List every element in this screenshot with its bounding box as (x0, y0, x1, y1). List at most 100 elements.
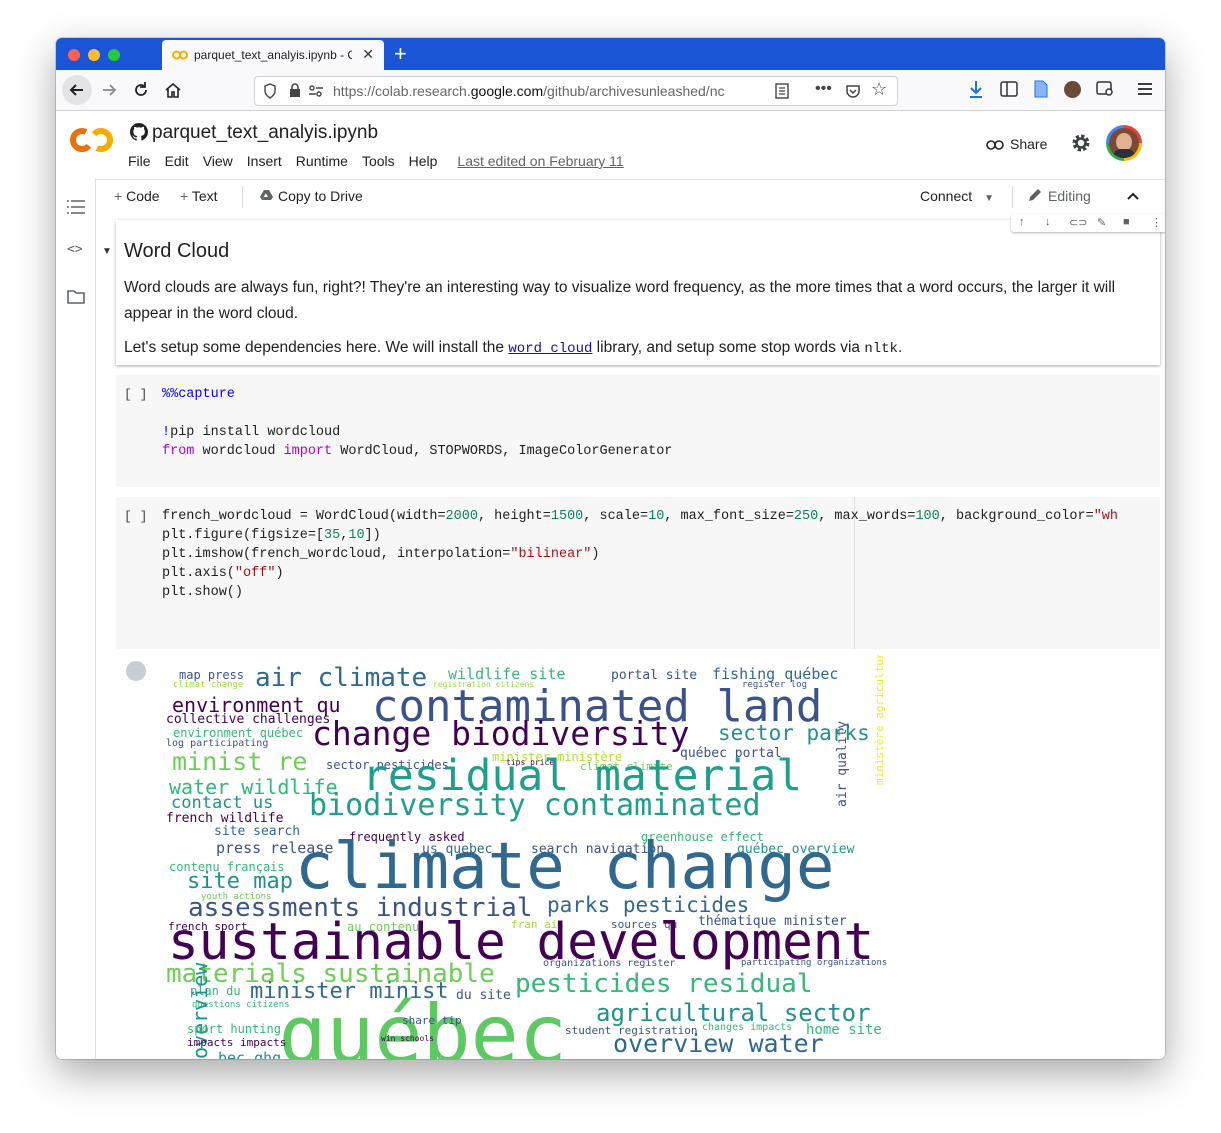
minimize-window-button[interactable] (88, 49, 100, 61)
code-snippets-icon[interactable]: <> (67, 242, 85, 258)
drive-icon (260, 190, 273, 200)
home-icon (165, 82, 181, 98)
menu-edit[interactable]: Edit (165, 153, 189, 169)
add-text-button[interactable]: + Text (180, 188, 218, 204)
wordcloud-word: climat change (173, 680, 244, 690)
extension-icon[interactable] (1096, 81, 1114, 97)
document-extension-icon[interactable] (1034, 80, 1048, 98)
menu-help[interactable]: Help (409, 153, 438, 169)
home-button[interactable] (160, 77, 186, 103)
wordcloud-word: participating organizations (741, 958, 888, 968)
wordcloud-word: air quality (835, 720, 850, 807)
collapse-header-icon[interactable] (1127, 192, 1139, 200)
wordcloud-word: win schools (381, 1034, 434, 1043)
copy-to-drive-button[interactable]: Copy to Drive (260, 188, 363, 204)
code-line: !pip install wordcloud (162, 425, 341, 440)
forward-arrow-icon (103, 84, 117, 96)
github-icon (130, 123, 148, 141)
collapse-section-icon[interactable]: ▼ (102, 246, 112, 257)
url-text[interactable]: https://colab.research.google.com/github… (333, 83, 743, 99)
paragraph-intro: Word clouds are always fun, right?! They… (124, 279, 1116, 322)
wordcloud-word: impacts impacts (187, 1036, 287, 1049)
move-up-icon[interactable]: ↑ (1019, 216, 1025, 228)
code-cell-wordcloud[interactable]: [ ] french_wordcloud = WordCloud(width=2… (116, 497, 1160, 649)
reload-icon (135, 82, 147, 96)
close-window-button[interactable] (68, 49, 80, 61)
zoom-window-button[interactable] (108, 49, 120, 61)
forward-button[interactable] (96, 77, 122, 103)
menu-view[interactable]: View (203, 153, 233, 169)
notebook-title[interactable]: parquet_text_analyis.ipynb (152, 122, 378, 144)
output-user-icon[interactable] (126, 661, 146, 681)
link-cell-icon[interactable]: ⊂⊃ (1069, 216, 1087, 229)
menu-tools[interactable]: Tools (362, 153, 395, 169)
cell-toolbar: ↑ ↓ ⊂⊃ ✎ ■ ⋮ (1011, 214, 1165, 232)
sidebar-toggle-icon[interactable] (1000, 81, 1018, 97)
add-text-label: Text (191, 188, 218, 204)
wordcloud-word: overview water (613, 1029, 824, 1058)
word-cloud-link[interactable]: word_cloud (508, 341, 592, 357)
browser-window: parquet_text_analyis.ipynb - Co ✕ + http… (56, 38, 1165, 1059)
last-edited-link[interactable]: Last edited on February 11 (457, 153, 623, 169)
table-of-contents-icon[interactable] (67, 199, 85, 215)
share-button[interactable]: Share (986, 136, 1047, 152)
hamburger-menu-icon[interactable] (1138, 83, 1152, 95)
tab-strip: parquet_text_analyis.ipynb - Co ✕ + (56, 38, 1165, 70)
editing-label: Editing (1048, 188, 1091, 204)
more-options-icon[interactable]: ⋮ (1151, 216, 1162, 229)
toolbar-divider (242, 186, 243, 208)
text-run: . (897, 339, 903, 356)
edit-cell-icon[interactable]: ✎ (1097, 216, 1106, 229)
pocket-icon[interactable] (845, 83, 861, 99)
lock-icon[interactable] (289, 83, 301, 98)
user-avatar[interactable] (1106, 125, 1142, 161)
wordcloud-word: share tip (402, 1014, 462, 1027)
profile-avatar-icon[interactable] (1064, 81, 1081, 98)
cell-output: map press air climate wildlife site portal … (116, 651, 1160, 1059)
address-bar[interactable]: https://colab.research.google.com/github… (254, 76, 898, 106)
wordcloud-word: climate change (295, 830, 835, 904)
add-code-button[interactable]: + Code (114, 188, 160, 204)
page-actions-icon[interactable]: ••• (815, 80, 832, 98)
folder-icon[interactable] (67, 289, 85, 305)
reader-view-icon[interactable] (775, 83, 789, 99)
text-cell[interactable]: ▼ ↑ ↓ ⊂⊃ ✎ ■ ⋮ Word Cloud Word clouds ar… (102, 214, 1165, 365)
wordcloud-word: organizations register (543, 958, 676, 969)
colab-favicon-icon (172, 50, 188, 60)
notebook-toolbar: + Code + Text Copy to Drive Connect ▼ Edi… (96, 179, 1165, 214)
back-button[interactable] (62, 75, 92, 105)
gear-icon[interactable] (1071, 133, 1091, 153)
colab-logo-icon[interactable] (70, 125, 114, 155)
connect-button[interactable]: Connect ▼ (920, 188, 994, 204)
pencil-icon (1029, 189, 1041, 201)
permissions-icon[interactable] (308, 84, 324, 98)
browser-tab[interactable]: parquet_text_analyis.ipynb - Co ✕ (162, 40, 384, 70)
plus-icon: + (180, 188, 192, 204)
editing-mode-button[interactable]: Editing (1028, 188, 1091, 204)
run-cell-button[interactable]: [ ] (124, 509, 147, 524)
wordcloud-word: québec (278, 988, 567, 1060)
run-cell-button[interactable]: [ ] (124, 387, 147, 402)
new-tab-icon[interactable]: + (394, 41, 407, 67)
code-cell-install[interactable]: [ ] %%capture !pip install wordcloud fro… (116, 375, 1160, 487)
code-line: from wordcloud import WordCloud, STOPWOR… (162, 444, 673, 459)
bookmark-star-icon[interactable]: ☆ (871, 79, 887, 100)
menu-runtime[interactable]: Runtime (296, 153, 348, 169)
code-line: plt.figure(figsize=[35,10]) (162, 528, 381, 543)
wordcloud-image: map press air climate wildlife site portal … (166, 655, 896, 1059)
delete-cell-icon[interactable]: ■ (1123, 216, 1130, 228)
downloads-icon[interactable] (968, 80, 984, 100)
reload-button[interactable] (128, 77, 154, 103)
text-run: library, and setup some stop words via (592, 339, 865, 356)
menu-file[interactable]: File (128, 153, 151, 169)
menu-insert[interactable]: Insert (247, 153, 282, 169)
shield-icon[interactable] (263, 83, 277, 99)
wordcloud-word: contact us (171, 793, 274, 813)
navigation-bar: https://colab.research.google.com/github… (56, 70, 1165, 111)
move-down-icon[interactable]: ↓ (1045, 216, 1051, 228)
inline-code: nltk (864, 341, 898, 357)
close-tab-icon[interactable]: ✕ (362, 46, 374, 63)
wordcloud-word: site map (187, 869, 293, 894)
share-label: Share (1010, 136, 1048, 152)
code-line: plt.imshow(french_wordcloud, interpolati… (162, 547, 600, 562)
